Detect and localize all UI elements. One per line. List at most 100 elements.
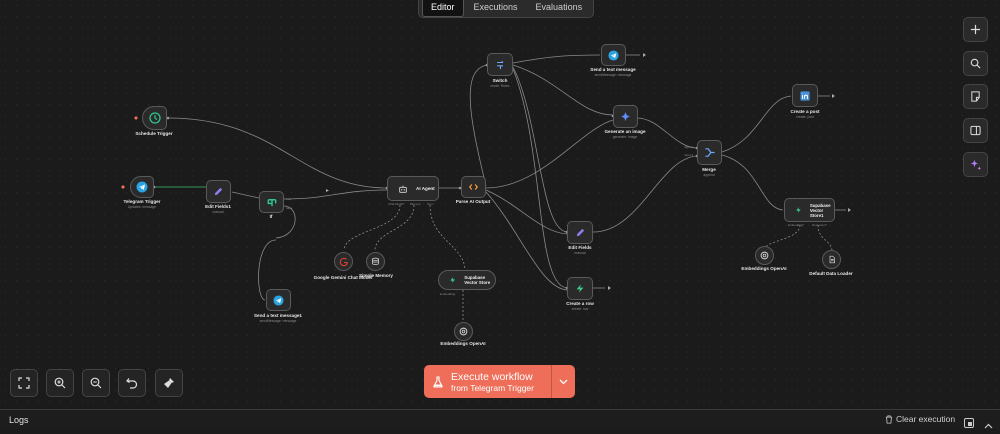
node-subtitle: append [703,173,715,177]
node-title: Supabase Vector Store [464,275,491,285]
node-telegram-trigger[interactable] [130,176,154,198]
node-subtitle: sendMessage: message [259,319,297,323]
add-node-button[interactable] [963,17,988,42]
node-title: Edit Fields1 [205,204,231,209]
zoom-out-icon [90,377,102,389]
supabase-icon [576,284,584,293]
node-title: Create a row [566,301,594,306]
node-if[interactable] [259,191,284,213]
connection [167,117,388,189]
execute-workflow-main[interactable]: Execute workflow from Telegram Trigger [424,365,551,398]
clean-up-icon [164,378,174,388]
sub-connection [763,224,801,251]
add-sticky-note-button[interactable] [963,84,988,109]
sub-connection [374,204,415,251]
logs-popout-button[interactable] [964,415,974,433]
node-ai-agent[interactable]: AI Agent [387,176,439,201]
fit-view-icon [18,377,30,389]
node-title: Parse AI Output [455,199,491,204]
logs-title: Logs [9,415,29,425]
tab-evaluations[interactable]: Evaluations [528,0,591,16]
node-title: Switch [492,78,508,83]
clean-up-button[interactable] [155,369,183,397]
node-supabase-vector-store[interactable]: Supabase Vector Store [438,270,496,290]
node-subtitle: create: row [571,307,589,311]
node-title: Send a text message1 [253,313,302,318]
telegram-icon [608,49,619,61]
sub-connection [343,204,401,251]
node-title: Simple Memory [359,273,393,278]
ai-sparkle-icon [970,159,982,171]
connection [721,154,784,211]
sub-connection [429,204,466,271]
port-label-embedding: Embedding* [788,223,805,227]
chevron-up-icon [984,423,993,429]
search-nodes-button[interactable] [963,51,988,76]
logs-panel[interactable]: Logs Clear execution [0,409,1000,429]
node-subtitle: create: post [796,115,814,119]
tab-editor[interactable]: Editor [422,0,464,17]
zoom-in-button[interactable] [46,369,74,397]
google-icon [339,257,348,266]
node-create-post[interactable] [792,84,818,107]
node-embeddings-openai2[interactable] [755,246,774,265]
port-label-input1: Input 1 [684,145,694,149]
node-title: If [269,214,273,219]
if-icon [267,198,276,206]
sub-connection [817,224,833,251]
execute-options-button[interactable] [551,365,575,398]
pencil-icon [576,228,584,237]
node-merge[interactable] [697,140,722,165]
ai-assistant-button[interactable] [963,152,988,177]
node-schedule-trigger[interactable] [142,106,167,130]
popout-icon [964,418,974,428]
node-title: AI Agent [416,186,435,191]
clock-icon [148,112,161,124]
undo-button[interactable] [118,369,146,397]
node-parse-ai-output[interactable] [461,176,486,198]
openai-icon [760,251,769,260]
node-gemini-chat-model[interactable] [334,252,353,271]
node-edit-fields[interactable] [567,221,593,244]
switch-icon [496,60,503,69]
toggle-panel-button[interactable] [963,118,988,143]
port-label-chat-model: Chat Model* [388,202,405,206]
trash-icon [885,415,893,423]
execute-workflow-button[interactable]: Execute workflow from Telegram Trigger [424,365,575,398]
node-default-data-loader[interactable] [822,250,841,269]
node-create-row[interactable] [567,277,593,300]
logs-collapse-button[interactable] [984,416,993,434]
node-title: Embeddings OpenAI [440,341,486,346]
telegram-icon [273,294,284,306]
clear-execution-button[interactable]: Clear execution [885,414,955,424]
linkedin-icon [800,90,810,101]
zoom-out-button[interactable] [82,369,110,397]
connection [485,191,568,291]
node-generate-image[interactable] [613,105,638,128]
clear-execution-label: Clear execution [896,414,956,424]
openai-icon [459,327,468,336]
node-edit-fields1[interactable] [206,180,231,203]
sticky-note-icon [971,91,980,102]
supabase-icon [796,207,801,213]
node-supabase-vector-store1[interactable]: Supabase Vector Store1 [784,198,835,222]
node-embeddings-openai[interactable] [454,322,473,341]
node-send-text-message1[interactable] [266,289,291,311]
execute-workflow-label: Execute workflow [451,370,533,383]
port-label-true: true [286,197,292,201]
node-title: Embeddings OpenAI [741,266,787,271]
connection [283,189,388,200]
node-simple-memory[interactable] [366,252,385,271]
node-title: Default Data Loader [809,271,853,276]
tab-executions[interactable]: Executions [466,0,526,16]
connection [231,191,260,199]
database-icon [372,257,379,265]
search-icon [970,58,981,69]
fit-view-button[interactable] [10,369,38,397]
node-send-text-message[interactable] [601,44,626,66]
telegram-icon [136,181,148,193]
node-switch[interactable] [487,53,513,76]
node-title: Create a post [790,109,820,114]
node-title: Telegram Trigger [123,199,161,204]
gemini-icon [620,111,631,122]
